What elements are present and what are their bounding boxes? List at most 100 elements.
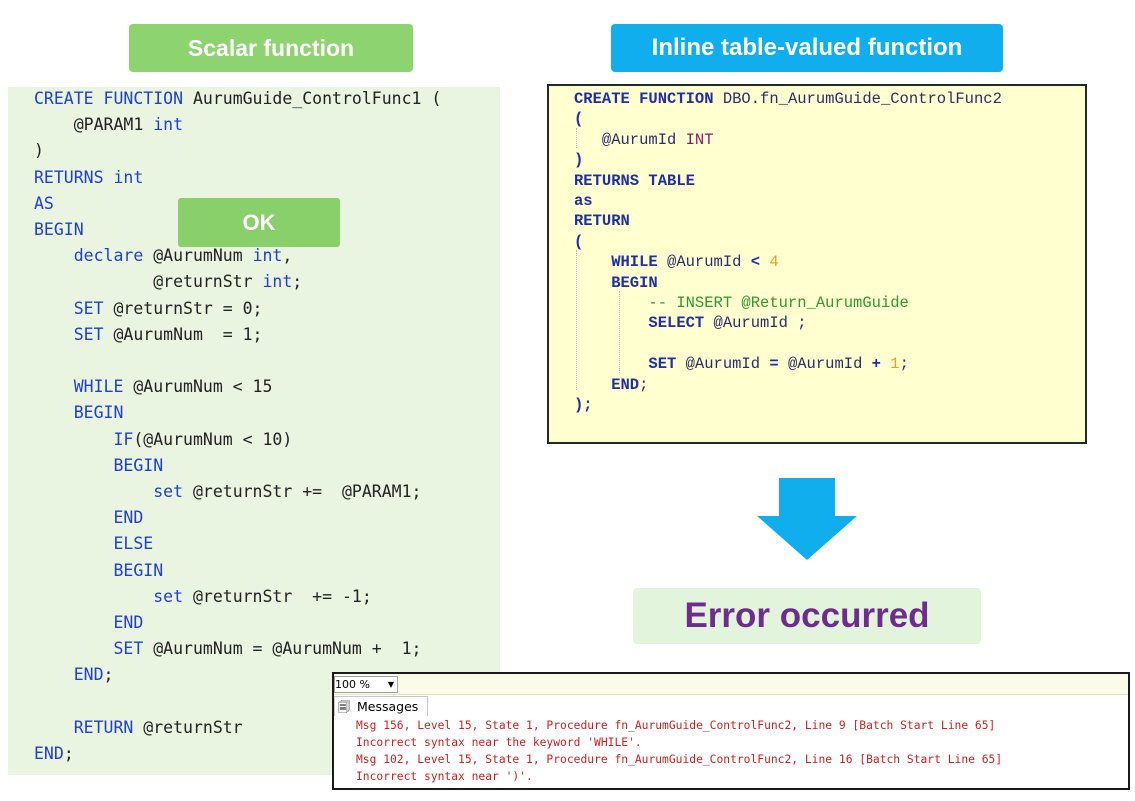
code-line: SELECT @AurumId ; (574, 313, 807, 333)
down-arrow-icon (757, 478, 857, 560)
code-line: WHILE @AurumNum < 15 (34, 374, 273, 400)
scalar-function-title: Scalar function (129, 24, 413, 72)
chevron-down-icon[interactable]: ▼ (388, 677, 394, 692)
code-token: ( (574, 110, 584, 129)
code-line: BEGIN (34, 217, 84, 243)
code-token: SET (34, 298, 114, 318)
code-token: @returnStr += @PARAM1; (192, 482, 422, 501)
code-token: END (34, 665, 104, 685)
messages-panel: 100 % ▼ 🗐 Messages Msg 156, Level 15, St… (332, 672, 1130, 790)
code-token: (@AurumNum < 10) (133, 429, 293, 449)
error-message-line: Msg 156, Level 15, State 1, Procedure fn… (356, 719, 996, 732)
code-token: @AurumNum (153, 246, 253, 266)
code-token: BEGIN (34, 560, 164, 580)
code-token: ) (34, 141, 44, 161)
code-line: AS (34, 191, 54, 217)
code-token: @returnStr += -1; (192, 586, 372, 606)
code-token: @AurumNum = 1; (113, 324, 263, 344)
code-token: RETURNS TABLE (574, 171, 695, 190)
code-line: SET @AurumId = @AurumId + 1; (574, 354, 909, 374)
code-line: END; (574, 375, 648, 395)
code-token: CREATE FUNCTION (574, 90, 723, 108)
code-token: @PARAM1 (34, 115, 154, 135)
code-line: ( (574, 232, 583, 252)
code-token: int (113, 167, 144, 187)
code-token: RETURN (574, 212, 630, 231)
code-line: set @returnStr += -1; (34, 584, 372, 610)
code-line: as (574, 191, 593, 211)
code-token: @AurumId (787, 355, 872, 374)
code-token: @returnStr (143, 717, 243, 737)
code-token: set (34, 482, 193, 501)
code-token: WHILE (574, 253, 668, 272)
code-token: END (34, 744, 64, 763)
code-token: int (252, 246, 283, 266)
code-token: @returnStr (34, 272, 263, 292)
code-token: @AurumNum = @AurumNum + 1; (153, 639, 422, 659)
code-token: < (750, 253, 770, 272)
code-token: @AurumId (667, 253, 751, 272)
code-token: int (153, 115, 184, 135)
code-line: RETURNS int (34, 165, 143, 191)
code-token: WHILE (34, 377, 134, 397)
messages-icon: 🗐 (338, 700, 350, 714)
code-token: ; (63, 744, 74, 763)
code-line: @AurumId INT (574, 130, 714, 150)
zoom-bar: 100 % ▼ (334, 674, 1128, 695)
code-line: CREATE FUNCTION AurumGuide_ControlFunc1 … (34, 86, 441, 112)
messages-body: Msg 156, Level 15, State 1, Procedure fn… (334, 716, 1128, 788)
code-token: IF (34, 429, 134, 449)
code-token: AurumGuide_ControlFunc1 ( (192, 89, 442, 108)
code-line: END; (34, 741, 74, 767)
code-line: END; (34, 662, 114, 688)
code-line: ) (34, 138, 44, 164)
code-token: SET (34, 324, 114, 344)
code-line: END (34, 505, 143, 531)
code-line: SET @AurumNum = @AurumNum + 1; (34, 636, 421, 662)
code-line: BEGIN (34, 453, 163, 479)
code-line: RETURNS TABLE (574, 171, 695, 191)
code-token: END (34, 508, 144, 528)
code-line: CREATE FUNCTION DBO.fn_AurumGuide_Contro… (574, 89, 1002, 109)
error-message-line: Incorrect syntax near the keyword 'WHILE… (356, 736, 642, 749)
code-token: SELECT (574, 314, 714, 333)
code-token: 4 (769, 253, 779, 272)
code-token: @AurumId (685, 355, 770, 374)
error-message-line: Msg 102, Level 15, State 1, Procedure fn… (356, 753, 1003, 766)
code-line: SET @AurumNum = 1; (34, 322, 263, 348)
code-token: = (769, 355, 788, 374)
code-token: RETURN (34, 717, 144, 737)
code-token: ; (103, 665, 114, 685)
code-line: @PARAM1 int (34, 112, 183, 138)
code-line: BEGIN (34, 400, 124, 426)
code-token: @returnStr = 0; (113, 298, 263, 318)
code-token: ( (574, 232, 584, 251)
code-token: END (574, 375, 640, 394)
code-token: -- INSERT @Return_AurumGuide (574, 294, 909, 312)
zoom-select[interactable]: 100 % ▼ (334, 676, 398, 693)
tab-messages-label: Messages (357, 699, 419, 714)
error-message-line: Incorrect syntax near ')'. (356, 770, 533, 783)
code-token: @AurumId (574, 130, 686, 149)
code-token: RETURNS (34, 167, 114, 187)
tab-messages[interactable]: 🗐 Messages (334, 696, 428, 717)
code-token: ) (574, 151, 584, 170)
code-line: ( (574, 109, 583, 129)
code-token: ; (292, 272, 303, 292)
code-token: @AurumId ; (713, 314, 807, 333)
code-token: set (34, 586, 193, 606)
code-line: ELSE (34, 531, 153, 557)
ok-label: OK (178, 198, 340, 247)
code-token: ); (574, 396, 593, 414)
code-line: ); (574, 395, 593, 415)
code-line: WHILE @AurumId < 4 (574, 252, 779, 272)
code-token: 1 (890, 355, 900, 374)
code-token: + (871, 355, 891, 374)
code-line: IF(@AurumNum < 10) (34, 427, 292, 453)
inline-tvf-title: Inline table-valued function (611, 24, 1003, 72)
code-line: ) (574, 150, 583, 170)
code-token: ELSE (34, 534, 154, 554)
code-line: set @returnStr += @PARAM1; (34, 479, 421, 505)
code-token: SET (34, 639, 154, 659)
code-line: END (34, 610, 143, 636)
